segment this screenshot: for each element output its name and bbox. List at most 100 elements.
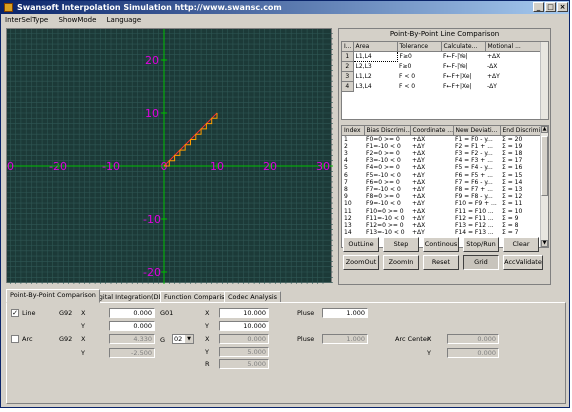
column-header[interactable]: Coordinate ... — [410, 126, 454, 136]
arc-end-y-input[interactable]: 5.000 — [219, 347, 269, 357]
grid-button[interactable]: Grid — [463, 255, 499, 270]
arc-end-x-input[interactable]: 0.000 — [219, 334, 269, 344]
table-row[interactable]: 11 F10=0 >= 0 +ΔX F11 = F10 ... Σ = 10 — [342, 208, 541, 215]
arc-checkbox[interactable] — [11, 335, 19, 343]
menu-interseltype[interactable]: InterSelType — [5, 16, 48, 24]
table-cell: F6 = F5 + ... — [455, 171, 493, 179]
clear-button[interactable]: Clear — [503, 237, 539, 252]
r-input[interactable]: 5.000 — [219, 359, 269, 369]
rules-scrollbar[interactable] — [540, 42, 548, 119]
reset-button[interactable]: Reset — [423, 255, 459, 270]
steps-scrollbar[interactable]: ▲ ▼ — [540, 126, 548, 247]
continous-button[interactable]: Continous — [423, 237, 459, 252]
table-row[interactable]: 1 F0=0 >= 0 +ΔX F1 = F0 - y... Σ = 20 — [342, 135, 541, 143]
table-row[interactable]: 8 F7=-10 < 0 +ΔY F8 = F7 + ... Σ = 13 — [342, 186, 541, 193]
arc-x-label: X — [81, 335, 86, 343]
table-cell: Σ = 7 — [502, 229, 519, 237]
zoomout-button[interactable]: ZoomOut — [343, 255, 379, 270]
table-row[interactable]: 10 F9=-10 < 0 +ΔY F10 = F9 + ... Σ = 11 — [342, 200, 541, 207]
table-row[interactable]: 6 F5=-10 < 0 +ΔY F6 = F5 + ... Σ = 15 — [342, 172, 541, 179]
table-row[interactable]: 3 F2=0 >= 0 +ΔX F3 = F2 - y... Σ = 18 — [342, 150, 541, 157]
g-select[interactable]: 02 ▼ — [172, 334, 194, 344]
menu-language[interactable]: Language — [107, 16, 142, 24]
arc-y-label: Y — [81, 349, 85, 357]
column-header[interactable]: Tolerance — [397, 42, 442, 52]
table-cell: F7=-10 < 0 — [366, 185, 401, 193]
plot-canvas[interactable]: -30-20-1001020302010-10-20 — [0, 28, 333, 284]
table-cell: F6=0 >= 0 — [366, 178, 400, 186]
column-header[interactable]: New Deviati... — [453, 126, 501, 136]
minimize-button[interactable]: _ — [533, 2, 544, 12]
column-header[interactable]: Bias Discrimi... — [364, 126, 411, 136]
end-x-label: X — [205, 309, 210, 317]
column-header[interactable]: End Discrimi... — [500, 126, 542, 136]
end-y-label: Y — [205, 322, 209, 330]
end-x-input[interactable]: 10.000 — [219, 308, 269, 318]
table-row[interactable]: 4 F3=-10 < 0 +ΔY F4 = F3 + ... Σ = 17 — [342, 157, 541, 164]
table-cell: F9 = F8 - y... — [455, 193, 493, 201]
table-cell: -ΔY — [487, 82, 497, 90]
table-row[interactable]: 1 L1,L4 F≥0 F←F-|Ye| +ΔX — [342, 50, 541, 62]
table-cell: 4 — [344, 157, 348, 165]
column-header[interactable]: Calculate... — [441, 42, 486, 52]
tab-point-by-point[interactable]: Point-By-Point Comparison — [6, 289, 100, 303]
column-header[interactable]: Index — [342, 126, 365, 136]
table-row[interactable]: 4 L3,L4 F < 0 F←F+|Xe| -ΔY — [342, 81, 541, 92]
table-cell: +ΔX — [412, 221, 426, 229]
maximize-button[interactable]: □ — [545, 2, 556, 12]
table-cell: 9 — [344, 193, 348, 201]
arc-center-y-input[interactable]: 0.000 — [447, 348, 499, 358]
column-header[interactable]: Motional ... — [485, 42, 542, 52]
table-row[interactable]: 7 F6=0 >= 0 +ΔX F7 = F6 - y... Σ = 14 — [342, 179, 541, 186]
table-cell: Σ = 8 — [502, 221, 519, 229]
table-cell: 4 — [342, 81, 354, 92]
menu-showmode[interactable]: ShowMode — [58, 16, 96, 24]
column-header[interactable]: I... — [342, 42, 354, 52]
pluse-label: Pluse — [297, 309, 315, 317]
table-cell: F4 = F3 + ... — [455, 157, 493, 165]
close-button[interactable]: × — [557, 2, 568, 12]
arc-pluse-input[interactable]: 1.000 — [322, 334, 368, 344]
table-cell: 2 — [344, 142, 348, 150]
table-cell: +ΔY — [487, 72, 500, 80]
step-button[interactable]: Step — [383, 237, 419, 252]
table-row[interactable]: 2 F1=-10 < 0 +ΔY F2 = F1 + ... Σ = 19 — [342, 143, 541, 150]
x-tick-label: -30 — [7, 160, 14, 173]
table-row[interactable]: 5 F4=0 >= 0 +ΔX F5 = F4 - y... Σ = 16 — [342, 164, 541, 171]
ac-y-label: Y — [427, 349, 431, 357]
line-x-input[interactable]: 0.000 — [109, 308, 155, 318]
table-row[interactable]: 9 F8=0 >= 0 +ΔX F9 = F8 - y... Σ = 12 — [342, 193, 541, 200]
line-y-input[interactable]: 0.000 — [109, 321, 155, 331]
table-cell: +ΔX — [412, 149, 426, 157]
table-row[interactable]: 13 F12=0 >= 0 +ΔX F13 = F12 ... Σ = 8 — [342, 222, 541, 229]
table-cell: L1,L2 — [355, 72, 372, 80]
table-cell: +ΔX — [487, 52, 501, 60]
arc-x-input[interactable]: 4.330 — [109, 334, 155, 344]
table-row[interactable]: 12 F11=-10 < 0 +ΔY F12 = F11 ... Σ = 9 — [342, 215, 541, 222]
line-checkbox[interactable]: ✓ — [11, 309, 19, 317]
table-row[interactable]: 3 L1,L2 F < 0 F←F+|Xe| +ΔY — [342, 71, 541, 82]
pluse-input[interactable]: 1.000 — [322, 308, 368, 318]
stop-run-button[interactable]: Stop/Run — [463, 237, 499, 252]
end-y-input[interactable]: 10.000 — [219, 321, 269, 331]
zoomin-button[interactable]: ZoomIn — [383, 255, 419, 270]
app-icon — [4, 3, 13, 12]
g-label: G — [160, 336, 166, 344]
table-cell: F4=0 >= 0 — [366, 164, 400, 172]
table-cell: F5=-10 < 0 — [366, 171, 401, 179]
table-cell: F10=0 >= 0 — [366, 207, 404, 215]
outline-button[interactable]: OutLine — [343, 237, 379, 252]
arc-y-input[interactable]: -2.500 — [109, 348, 155, 358]
table-cell: F11 = F10 ... — [455, 207, 494, 215]
column-header[interactable]: Area — [353, 42, 398, 52]
table-row[interactable]: 14 F13=-10 < 0 +ΔY F14 = F13 ... Σ = 7 — [342, 229, 541, 236]
accvalidate-button[interactable]: AccValidate — [503, 255, 543, 270]
table-row[interactable]: 2 L2,L3 F≥0 F←F-|Ye| -ΔX — [342, 61, 541, 72]
arc-center-x-input[interactable]: 0.000 — [447, 334, 499, 344]
table-cell: +ΔY — [412, 157, 425, 165]
table-cell: Σ = 10 — [502, 207, 523, 215]
chevron-down-icon: ▼ — [185, 335, 193, 343]
table-cell: F←F-|Ye| — [443, 52, 468, 60]
table-cell: F3 = F2 - y... — [455, 149, 493, 157]
table-cell: -ΔX — [487, 62, 498, 70]
